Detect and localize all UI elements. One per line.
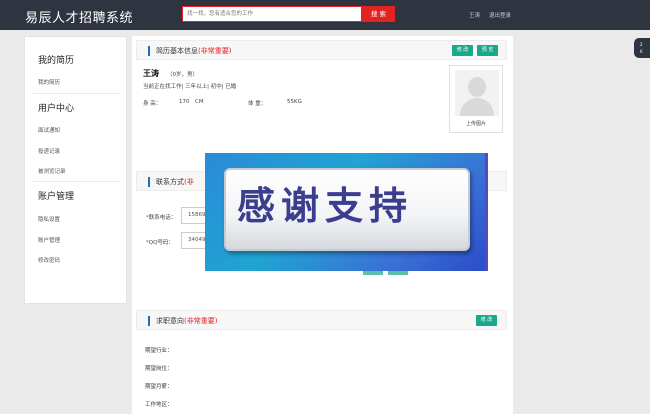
intention-section-header: 求职意向(非常重要) 修 改 xyxy=(136,310,507,330)
search-box xyxy=(182,6,362,22)
site-logo[interactable]: 易辰人才招聘系统 xyxy=(25,7,133,26)
sidebar-divider xyxy=(33,181,121,182)
intention-section-title: 求职意向(非常重要) xyxy=(156,316,217,326)
section-marker xyxy=(148,46,150,56)
contact-title-note: (非 xyxy=(184,178,194,186)
avatar-shoulders-shape xyxy=(460,98,494,116)
intention-title-note: (非常重要) xyxy=(184,317,218,325)
photo-upload[interactable]: 上传图片 xyxy=(449,65,503,133)
avatar-placeholder-icon xyxy=(455,70,499,116)
work-area-label: 工作地区： xyxy=(145,402,173,408)
sidebar-item-delivery-records[interactable]: 投递记录 xyxy=(38,147,60,155)
expected-position-label: 期望岗位： xyxy=(145,366,173,372)
floating-widget[interactable]: 2 6 xyxy=(634,38,650,58)
sidebar: 我的简历 我的简历 用户中心 面试通知 投递记录 被浏览记录 账户管理 隐私设置… xyxy=(24,36,127,304)
intention-title-text: 求职意向 xyxy=(156,317,184,325)
resume-title-text: 简历基本信息 xyxy=(156,47,198,55)
logout-link[interactable]: 退出登录 xyxy=(489,11,511,19)
search-input[interactable] xyxy=(183,7,361,21)
sidebar-item-change-password[interactable]: 修改密码 xyxy=(38,256,60,264)
resume-title-note: (非常重要) xyxy=(198,47,232,55)
user-name-link[interactable]: 王涛 xyxy=(469,11,480,19)
phone-label-text: 联系电话： xyxy=(148,215,177,221)
candidate-name: 王涛 xyxy=(143,69,159,78)
contact-title-text: 联系方式 xyxy=(156,178,184,186)
top-navbar: 易辰人才招聘系统 搜 索 王涛 退出登录 xyxy=(0,0,650,30)
floating-widget-line2: 6 xyxy=(640,49,643,54)
resume-section-title: 简历基本信息(非常重要) xyxy=(156,46,231,56)
section-marker xyxy=(148,316,150,326)
expected-salary-label: 期望月薪： xyxy=(145,384,173,390)
search-button[interactable]: 搜 索 xyxy=(362,6,395,22)
qq-label-text: QQ号码： xyxy=(148,240,174,246)
sidebar-item-my-resume[interactable]: 我的简历 xyxy=(38,78,60,86)
floating-widget-line1: 2 xyxy=(640,42,643,47)
sidebar-item-account[interactable]: 账户管理 xyxy=(38,236,60,244)
resume-edit-button[interactable]: 修 改 xyxy=(452,45,473,56)
height-unit: CM xyxy=(195,99,204,105)
sidebar-item-privacy[interactable]: 隐私设置 xyxy=(38,215,60,223)
sidebar-divider xyxy=(33,93,121,94)
candidate-age-gender: （0岁，男） xyxy=(167,72,198,78)
intention-edit-button[interactable]: 修 改 xyxy=(476,315,497,326)
phone-label: *联系电话： xyxy=(146,215,177,221)
thanks-banner: 感谢支持 xyxy=(205,153,488,271)
resume-preview-button[interactable]: 预 览 xyxy=(477,45,498,56)
section-marker xyxy=(148,177,150,187)
weight-value: 55KG xyxy=(287,99,302,105)
banner-text: 感谢支持 xyxy=(237,183,414,228)
banner-edge xyxy=(485,153,488,271)
height-label: 身 高： xyxy=(143,101,162,107)
weight-label: 体 重： xyxy=(248,101,267,107)
expected-industry-label: 期望行业： xyxy=(145,348,173,354)
sidebar-item-interview-notice[interactable]: 面试通知 xyxy=(38,126,60,134)
candidate-status: 当前正在找工作| 三年以上| 初中| 已婚 xyxy=(143,84,237,90)
qq-label: *QQ号码： xyxy=(146,240,174,246)
contact-section-title: 联系方式(非 xyxy=(156,177,194,187)
resume-section-header: 简历基本信息(非常重要) 修 改 预 览 xyxy=(136,40,507,60)
sidebar-item-viewed-records[interactable]: 被浏览记录 xyxy=(38,167,66,175)
sidebar-heading-resume: 我的简历 xyxy=(38,56,75,66)
height-value: 170 xyxy=(179,99,190,105)
upload-photo-label[interactable]: 上传图片 xyxy=(450,120,502,127)
sidebar-heading-account: 账户管理 xyxy=(38,192,75,202)
avatar-head-shape xyxy=(468,77,486,97)
sidebar-heading-user-center: 用户中心 xyxy=(38,104,75,114)
